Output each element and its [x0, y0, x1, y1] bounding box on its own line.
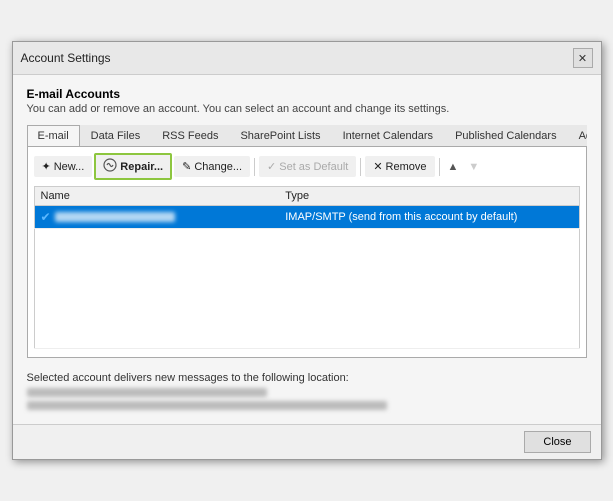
- toolbar: ✦ New... Repair... ✎ Change...: [34, 153, 580, 180]
- deliver-section: Selected account delivers new messages t…: [27, 368, 587, 414]
- section-desc: You can add or remove an account. You ca…: [27, 103, 587, 115]
- account-table: Name Type ✔ IMAP/SMTP (send from this ac…: [34, 186, 580, 349]
- title-bar: Account Settings ✕: [13, 42, 601, 75]
- change-button[interactable]: ✎ Change...: [174, 156, 250, 177]
- content-area: E-mail Accounts You can add or remove an…: [13, 75, 601, 424]
- toolbar-separator-2: [360, 158, 361, 176]
- tab-publishedcalendars[interactable]: Published Calendars: [444, 125, 568, 146]
- account-type-cell: IMAP/SMTP (send from this account by def…: [279, 206, 579, 229]
- repair-icon: [103, 158, 117, 175]
- tab-addressbooks[interactable]: Address Books: [568, 125, 587, 146]
- remove-icon: ✕: [373, 160, 382, 173]
- tab-datafiles[interactable]: Data Files: [80, 125, 152, 146]
- tab-panel-email: ✦ New... Repair... ✎ Change...: [27, 147, 587, 358]
- empty-table-rows: [34, 229, 579, 349]
- window-close-button[interactable]: ✕: [573, 48, 593, 68]
- window-title: Account Settings: [21, 51, 111, 65]
- change-icon: ✎: [182, 160, 191, 173]
- close-dialog-button[interactable]: Close: [524, 431, 590, 453]
- toolbar-separator-3: [439, 158, 440, 176]
- deliver-location-line2: [27, 401, 387, 410]
- tab-internetcalendars[interactable]: Internet Calendars: [332, 125, 445, 146]
- repair-button[interactable]: Repair...: [94, 153, 172, 180]
- move-up-button[interactable]: ▲: [444, 159, 463, 175]
- setdefault-button[interactable]: ✓ Set as Default: [259, 156, 356, 177]
- move-down-button[interactable]: ▼: [464, 159, 483, 175]
- tab-sharepointlists[interactable]: SharePoint Lists: [229, 125, 331, 146]
- tabs-container: E-mail Data Files RSS Feeds SharePoint L…: [27, 125, 587, 147]
- table-row[interactable]: ✔ IMAP/SMTP (send from this account by d…: [34, 206, 579, 229]
- dialog-footer: Close: [13, 424, 601, 459]
- tab-rssfeeds[interactable]: RSS Feeds: [151, 125, 229, 146]
- default-account-icon: ✔: [41, 210, 51, 224]
- new-button[interactable]: ✦ New...: [34, 156, 93, 177]
- deliver-location-line1: [27, 388, 267, 397]
- toolbar-separator: [254, 158, 255, 176]
- col-header-type: Type: [279, 187, 579, 206]
- account-settings-window: Account Settings ✕ E-mail Accounts You c…: [12, 41, 602, 460]
- new-icon: ✦: [42, 160, 51, 173]
- check-circle-icon: ✓: [267, 160, 276, 173]
- tab-email[interactable]: E-mail: [27, 125, 80, 147]
- section-title: E-mail Accounts: [27, 87, 587, 101]
- deliver-label: Selected account delivers new messages t…: [27, 372, 349, 384]
- col-header-name: Name: [34, 187, 279, 206]
- account-name-blurred: [55, 212, 175, 222]
- remove-button[interactable]: ✕ Remove: [365, 156, 434, 177]
- account-name-cell: ✔: [34, 206, 279, 229]
